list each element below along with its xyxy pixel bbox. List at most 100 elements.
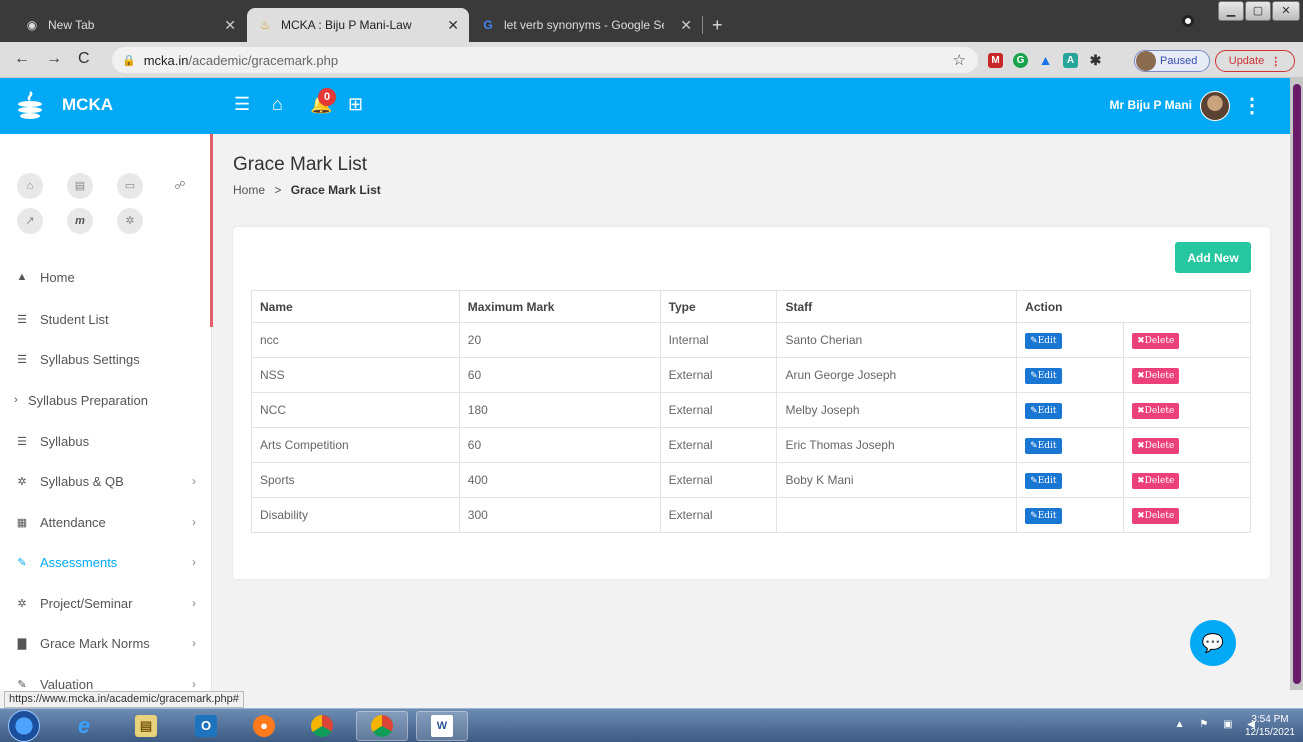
cell-edit: ✎Edit xyxy=(1016,462,1125,498)
delete-label: Delete xyxy=(1144,475,1175,486)
cogs-icon: ✲ xyxy=(17,475,27,488)
cell-delete: ✖Delete xyxy=(1123,322,1251,358)
extension-icon[interactable]: A xyxy=(1063,53,1078,68)
chrome-icon xyxy=(311,715,333,737)
edit-button[interactable]: ✎Edit xyxy=(1025,367,1062,384)
sidebar-item-grace-mark-norms[interactable]: ▇ Grace Mark Norms › xyxy=(0,623,210,663)
breadcrumb-home[interactable]: Home xyxy=(233,183,265,197)
pencil-icon: ✎ xyxy=(17,678,27,691)
m-icon[interactable]: m xyxy=(67,208,93,234)
delete-button[interactable]: ✖Delete xyxy=(1132,472,1180,489)
delete-button[interactable]: ✖Delete xyxy=(1132,367,1180,384)
puzzle-icon[interactable]: ✱ xyxy=(1088,53,1103,68)
back-button[interactable]: ← xyxy=(14,50,30,68)
grid-icon[interactable]: ⊞ xyxy=(348,94,363,115)
delete-button[interactable]: ✖Delete xyxy=(1132,332,1180,349)
close-icon[interactable]: ✕ xyxy=(447,17,459,34)
delete-button[interactable]: ✖Delete xyxy=(1132,402,1180,419)
sidebar-item-attendance[interactable]: ▦ Attendance › xyxy=(0,502,210,542)
taskbar-ie[interactable]: e xyxy=(58,711,110,741)
close-icon[interactable]: ✕ xyxy=(224,17,236,34)
sidebar-item-label: Syllabus Settings xyxy=(40,351,140,367)
cell-delete: ✖Delete xyxy=(1123,462,1251,498)
kebab-menu-icon[interactable]: ⋮ xyxy=(1242,93,1262,118)
reload-button[interactable]: C xyxy=(78,50,90,68)
edit-label: Edit xyxy=(1037,440,1057,451)
user-name[interactable]: Mr Biju P Mani xyxy=(1110,98,1192,112)
cell-type: External xyxy=(659,392,778,428)
x-icon: ✖ xyxy=(1137,475,1145,486)
sidebar-item-syllabus-qb[interactable]: ✲ Syllabus & QB › xyxy=(0,461,210,501)
sidebar-item-valuation[interactable]: ✎ Valuation › xyxy=(0,664,210,692)
avatar xyxy=(1136,51,1156,71)
update-button[interactable]: Update ⋮ xyxy=(1215,50,1295,72)
tab-mcka[interactable]: ♨ MCKA : Biju P Mani-Law ✕ xyxy=(247,8,469,42)
sidebar-item-label: Project/Seminar xyxy=(40,595,133,611)
edit-button[interactable]: ✎Edit xyxy=(1025,472,1062,489)
brand-name: MCKA xyxy=(62,95,113,114)
table-header-row: Name Maximum Mark Type Staff Action xyxy=(251,290,1251,323)
edit-label: Edit xyxy=(1037,510,1057,521)
sidebar-item-student-list[interactable]: ☰ Student List xyxy=(0,299,210,339)
new-tab-button[interactable]: + xyxy=(712,15,723,36)
start-button[interactable] xyxy=(8,710,40,742)
tab-new-tab[interactable]: ◉ New Tab ✕ xyxy=(14,8,246,42)
sidebar-item-syllabus-preparation[interactable]: › Syllabus Preparation xyxy=(0,380,210,420)
taskbar-chrome[interactable] xyxy=(296,711,348,741)
sidebar-item-assessments[interactable]: ✎ Assessments › xyxy=(0,542,210,582)
add-new-button[interactable]: Add New xyxy=(1175,242,1251,273)
home-icon[interactable]: ⌂ xyxy=(272,94,283,115)
taskbar-outlook[interactable]: O xyxy=(180,711,232,741)
address-bar[interactable]: 🔒 mcka.in/academic/gracemark.php ☆ xyxy=(112,47,978,73)
mcka-logo-icon xyxy=(18,91,42,119)
chevron-right-icon: › xyxy=(192,515,196,529)
lock-icon[interactable]: ▭ xyxy=(117,173,143,199)
mcka-icon: ♨ xyxy=(259,18,271,32)
grammarly-icon[interactable]: G xyxy=(1013,53,1028,68)
sidebar-scrollbar[interactable] xyxy=(210,134,213,327)
profile-dot-icon[interactable] xyxy=(1182,15,1194,27)
taskbar-chrome-profile[interactable] xyxy=(356,711,408,741)
taskbar-explorer[interactable]: ▤ xyxy=(120,711,172,741)
tab-google-search[interactable]: G let verb synonyms - Google Sear ✕ xyxy=(470,8,703,42)
external-link-icon[interactable]: ↗ xyxy=(17,208,43,234)
maximize-button[interactable]: ▢ xyxy=(1245,1,1271,21)
page-scrollbar[interactable] xyxy=(1293,84,1301,684)
edit-button[interactable]: ✎Edit xyxy=(1025,402,1062,419)
graduation-cap-icon[interactable]: ▲ xyxy=(1038,53,1053,68)
close-window-button[interactable]: ✕ xyxy=(1272,1,1300,21)
cell-name: NSS xyxy=(251,357,460,393)
sidebar-item-home[interactable]: ▲ Home xyxy=(0,257,210,297)
delete-button[interactable]: ✖Delete xyxy=(1132,507,1180,524)
gear-icon[interactable]: ✲ xyxy=(117,208,143,234)
taskbar-firefox[interactable]: ● xyxy=(238,711,290,741)
chat-button[interactable]: 💬 xyxy=(1190,620,1236,666)
edit-button[interactable]: ✎Edit xyxy=(1025,332,1062,349)
sidebar-item-syllabus[interactable]: ☰ Syllabus xyxy=(0,421,210,461)
id-card-icon[interactable]: ▤ xyxy=(67,173,93,199)
cell-delete: ✖Delete xyxy=(1123,497,1251,533)
delete-button[interactable]: ✖Delete xyxy=(1132,437,1180,454)
menu-lines-icon[interactable]: ☰ xyxy=(234,94,250,115)
sidebar-item-label: Student List xyxy=(40,311,109,327)
cell-edit: ✎Edit xyxy=(1016,427,1125,463)
handshake-icon[interactable]: ☍ xyxy=(167,173,193,199)
notification-badge: 0 xyxy=(318,88,336,106)
cell-type: External xyxy=(659,357,778,393)
extension-icon[interactable]: M xyxy=(988,53,1003,68)
edit-button[interactable]: ✎Edit xyxy=(1025,507,1062,524)
bookmark-star-icon[interactable]: ☆ xyxy=(953,51,966,69)
forward-button[interactable]: → xyxy=(46,50,62,68)
home-icon[interactable]: ⌂ xyxy=(17,173,43,199)
clock[interactable]: 3:54 PM 12/15/2021 xyxy=(1245,713,1295,739)
sidebar-item-project-seminar[interactable]: ✲ Project/Seminar › xyxy=(0,583,210,623)
taskbar-word[interactable]: W xyxy=(416,711,468,741)
minimize-button[interactable]: ▁ xyxy=(1218,1,1244,21)
close-icon[interactable]: ✕ xyxy=(680,17,692,34)
profile-button[interactable]: Paused xyxy=(1134,50,1210,72)
x-icon: ✖ xyxy=(1137,370,1145,381)
edit-button[interactable]: ✎Edit xyxy=(1025,437,1062,454)
sidebar-item-syllabus-settings[interactable]: ☰ Syllabus Settings xyxy=(0,339,210,379)
avatar[interactable] xyxy=(1200,91,1230,121)
edit-label: Edit xyxy=(1037,370,1057,381)
